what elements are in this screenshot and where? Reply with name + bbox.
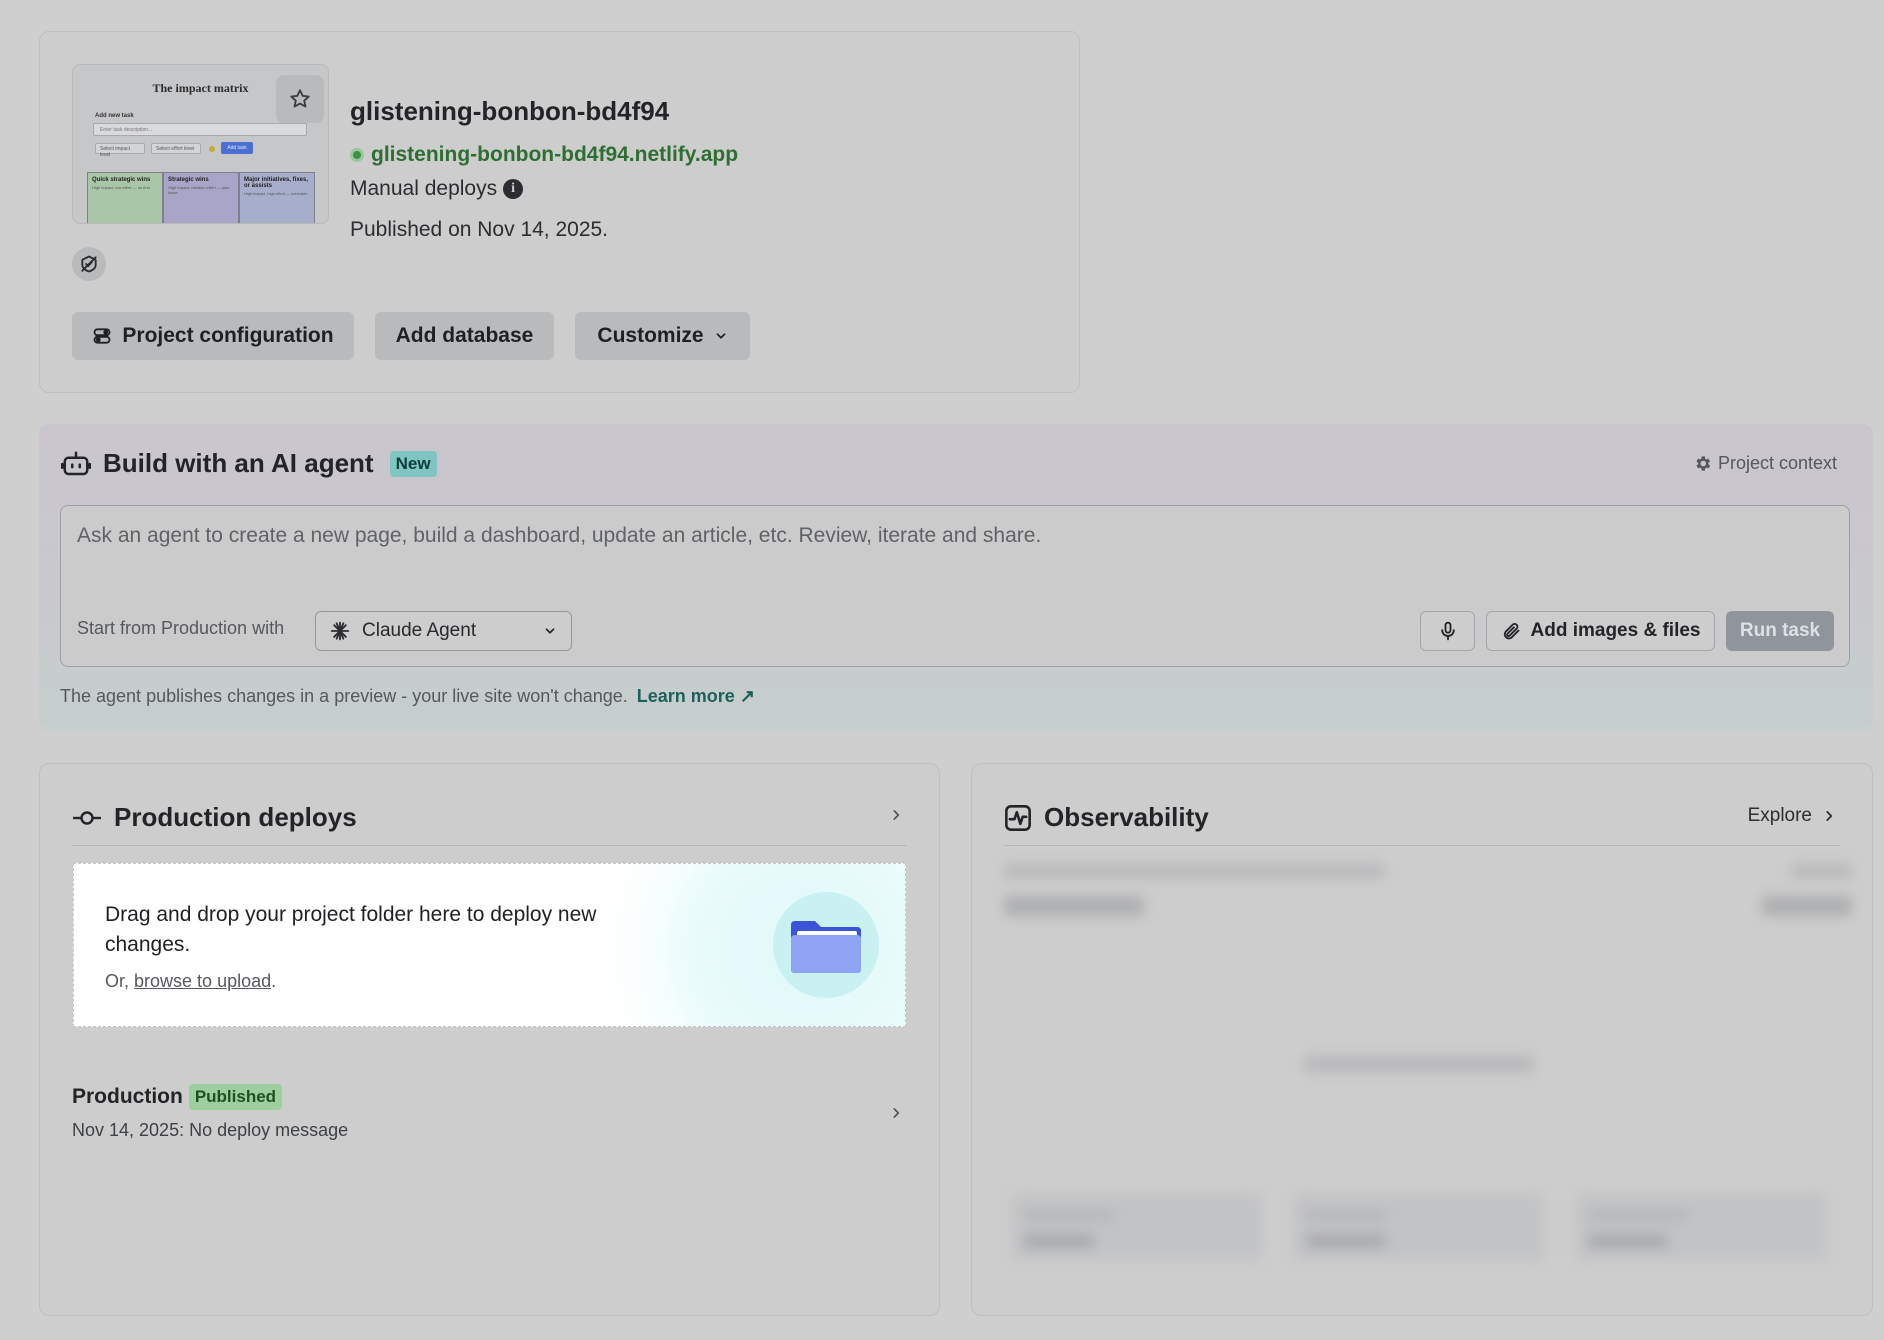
customize-label: Customize [597,324,704,347]
preview-quadrant: Quick strategic wins High impact, low eff… [87,172,163,223]
microphone-icon [1440,621,1455,641]
add-database-button[interactable]: Add database [375,312,554,360]
site-url-link[interactable]: glistening-bonbon-bd4f94.netlify.app [350,143,738,167]
project-configuration-button[interactable]: Project configuration [72,312,354,360]
robot-icon [61,451,91,475]
selected-agent: Claude Agent [362,620,477,641]
preview-impact-select: Select impact level [95,143,145,158]
preview-quadrant: Strategic wins High impact, medium effort… [163,172,239,223]
production-deploys-card: Production deploys Drag and drop your pr… [39,763,940,1316]
preview-input: Enter task description... [93,123,307,136]
folder-illustration [773,892,879,998]
observability-title: Observability [1044,802,1209,832]
preview-dot [209,146,215,152]
info-icon[interactable]: i [503,179,524,199]
site-name: glistening-bonbon-bd4f94 [350,96,670,126]
agent-note-text: The agent publishes changes in a preview… [60,686,628,706]
add-images-files-label: Add images & files [1530,620,1701,641]
explore-label: Explore [1747,805,1812,826]
production-title: Production Published [72,1084,907,1110]
deploy-message: Nov 14, 2025: No deploy message [72,1120,349,1140]
ai-agent-card: Build with an AI agent New Project conte… [39,424,1873,731]
gear-icon [1696,456,1711,471]
add-images-files-button[interactable]: Add images & files [1486,611,1715,651]
customize-dropdown[interactable]: Customize [575,312,750,360]
divider [1004,845,1840,846]
learn-more-link[interactable]: Learn more ↗ [637,686,755,706]
deploy-mode-text: Manual deploys [350,177,498,200]
drop-zone-subtext: Or, browse to upload. [105,971,277,991]
agent-select[interactable]: Claude Agent [315,611,572,651]
preview-add-label: Add new task [95,113,134,119]
chevron-right-icon [893,1108,900,1118]
project-configuration-label: Project configuration [122,324,334,347]
agent-prompt-placeholder: Ask an agent to create a new page, build… [77,524,1042,547]
project-context-label: Project context [1717,453,1837,473]
paperclip-icon [1503,623,1519,640]
published-date: Published on Nov 14, 2025. [350,218,609,241]
project-context-link[interactable]: Project context [1693,453,1837,474]
star-icon [290,89,310,108]
chevron-right-icon [1826,811,1833,821]
drop-zone-text: Drag and drop your project folder here t… [105,903,597,956]
live-status-dot [350,148,364,162]
deploy-mode: Manual deploys i [350,177,524,201]
folder-icon [791,921,861,973]
preview-quadrant: Major initiatives, fixes, or assists High… [239,172,315,223]
production-deploys-header[interactable]: Production deploys [72,802,357,833]
divider [72,845,907,846]
production-deploy-row[interactable]: Production Published Nov 14, 2025: No de… [72,1084,907,1154]
chevron-right-icon[interactable] [889,808,903,822]
ai-agent-header: Build with an AI agent New [61,448,437,479]
browse-to-upload-link[interactable]: browse to upload [134,971,271,991]
preview-effort-select: Select effort level [151,143,201,154]
observability-card: Observability Explore [971,763,1873,1316]
deploy-drop-zone[interactable]: Drag and drop your project folder here t… [73,863,906,1027]
run-task-button[interactable]: Run task [1726,611,1834,651]
site-url-text: glistening-bonbon-bd4f94.netlify.app [371,143,739,166]
new-badge: New [389,450,437,477]
observability-header: Observability [1004,802,1209,833]
commit-icon [73,810,101,825]
claude-asterisk-icon [330,621,350,641]
production-label: Production [72,1085,183,1108]
agent-prompt-input[interactable]: Ask an agent to create a new page, build… [60,505,1850,667]
voice-input-button[interactable] [1420,611,1475,651]
favorite-button[interactable] [276,75,324,123]
ai-agent-title: Build with an AI agent [103,448,374,478]
site-overview-card: The impact matrix Add new task Enter tas… [39,31,1080,393]
activity-icon [1005,804,1031,831]
toggle-config-icon [93,328,111,344]
add-database-label: Add database [395,324,534,347]
production-deploys-title: Production deploys [114,802,357,832]
chevron-down-icon [716,333,725,339]
verified-icon[interactable] [72,247,106,281]
agent-preview-note: The agent publishes changes in a preview… [60,686,755,707]
explore-link[interactable]: Explore [1748,805,1836,827]
start-from-label: Start from Production with [77,618,285,638]
preview-add-button: Add task [221,142,253,154]
published-badge: Published [188,1084,283,1110]
chevron-down-icon [545,628,555,634]
observability-placeholder [1004,864,1852,1315]
